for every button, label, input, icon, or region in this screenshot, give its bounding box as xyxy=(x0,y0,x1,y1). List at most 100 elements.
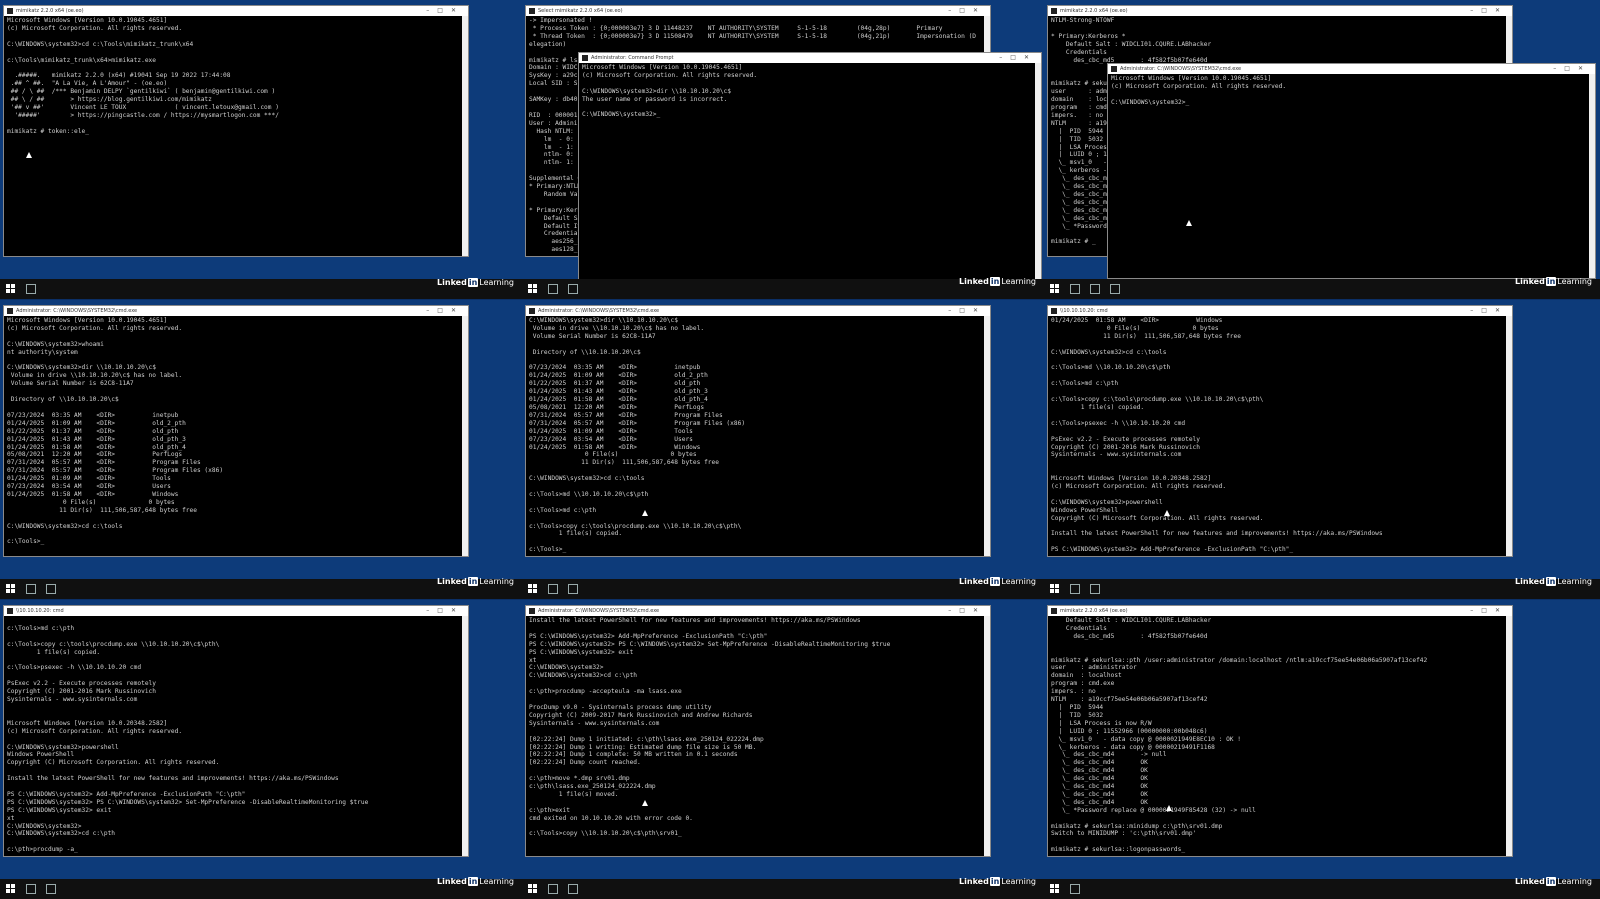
scrollbar[interactable] xyxy=(1506,316,1512,556)
terminal-output: C:\WINDOWS\system32>dir \\10.10.10.20\c$… xyxy=(529,317,746,554)
linkedin-learning-logo: Linked in Learning xyxy=(1515,277,1592,286)
taskbar-app-icon[interactable] xyxy=(26,584,36,594)
scrollbar[interactable] xyxy=(1506,616,1512,856)
taskbar-app-icon[interactable] xyxy=(1070,584,1080,594)
taskbar-app-icon[interactable] xyxy=(548,884,558,894)
cmd-icon xyxy=(1111,66,1117,72)
windows-start-icon[interactable] xyxy=(1050,284,1060,294)
taskbar-app-icon[interactable] xyxy=(548,584,558,594)
taskbar-app-icon[interactable] xyxy=(1070,884,1080,894)
linkedin-learning-logo: Linked in Learning xyxy=(1515,877,1592,886)
scrollbar[interactable] xyxy=(462,316,468,556)
window-titlebar[interactable]: Select mimikatz 2.2.0 x64 (oe.eo) –□✕ xyxy=(526,6,990,16)
linkedin-learning-logo: Linked in Learning xyxy=(437,278,514,287)
window-title: Administrator: C:\WINDOWS\SYSTEM32\cmd.e… xyxy=(1120,66,1242,72)
window-title: Administrator: C:\WINDOWS\SYSTEM32\cmd.e… xyxy=(16,308,138,314)
terminal-window[interactable]: Administrator: C:\WINDOWS\SYSTEM32\cmd.e… xyxy=(525,305,991,557)
windows-start-icon[interactable] xyxy=(1050,884,1060,894)
taskbar-app-icon[interactable] xyxy=(46,584,56,594)
window-title: mimikatz 2.2.0 x64 (oe.eo) xyxy=(16,8,84,14)
window-titlebar[interactable]: Administrator: C:\WINDOWS\SYSTEM32\cmd.e… xyxy=(1108,64,1595,74)
taskbar-app-icon[interactable] xyxy=(1070,284,1080,294)
taskbar-app-icon[interactable] xyxy=(46,884,56,894)
video-frame-5: Administrator: C:\WINDOWS\SYSTEM32\cmd.e… xyxy=(522,300,1044,599)
terminal-window[interactable]: Administrator: Command Prompt –□✕ Microso… xyxy=(578,52,1042,280)
terminal-window[interactable]: \\10.10.10.20: cmd –□✕ c:\Tools>md c:\pth… xyxy=(3,605,469,857)
window-controls[interactable]: –□✕ xyxy=(948,306,986,316)
cmd-icon xyxy=(7,308,13,314)
window-controls[interactable]: –□✕ xyxy=(1553,64,1591,74)
terminal-window[interactable]: mimikatz 2.2.0 x64 (oe.eo) –□✕ Microsoft … xyxy=(3,5,469,257)
scrollbar[interactable] xyxy=(984,316,990,556)
terminal-window[interactable]: \\10.10.10.20: cmd –□✕ 01/24/2025 01:58 A… xyxy=(1047,305,1513,557)
window-controls[interactable]: –□✕ xyxy=(948,6,986,16)
windows-start-icon[interactable] xyxy=(6,584,16,594)
taskbar-app-icon[interactable] xyxy=(548,284,558,294)
cmd-icon xyxy=(7,8,13,14)
cmd-icon xyxy=(529,608,535,614)
window-title: \\10.10.10.20: cmd xyxy=(16,608,64,614)
window-controls[interactable]: –□✕ xyxy=(1470,306,1508,316)
window-titlebar[interactable]: mimikatz 2.2.0 x64 (oe.eo) –□✕ xyxy=(1048,606,1512,616)
windows-start-icon[interactable] xyxy=(528,584,538,594)
terminal-window[interactable]: Administrator: C:\WINDOWS\SYSTEM32\cmd.e… xyxy=(525,605,991,857)
terminal-window[interactable]: Administrator: C:\WINDOWS\SYSTEM32\cmd.e… xyxy=(1107,63,1596,279)
scrollbar[interactable] xyxy=(1589,74,1595,278)
terminal-output: Install the latest PowerShell for new fe… xyxy=(529,617,891,838)
window-titlebar[interactable]: Administrator: Command Prompt –□✕ xyxy=(579,53,1041,63)
taskbar-app-icon[interactable] xyxy=(1110,284,1120,294)
taskbar-app-icon[interactable] xyxy=(26,884,36,894)
linkedin-learning-logo: Linked in Learning xyxy=(959,277,1036,286)
windows-start-icon[interactable] xyxy=(528,284,538,294)
scrollbar[interactable] xyxy=(1035,63,1041,279)
taskbar-app-icon[interactable] xyxy=(568,284,578,294)
window-controls[interactable]: –□✕ xyxy=(999,53,1037,63)
video-frame-6: \\10.10.10.20: cmd –□✕ 01/24/2025 01:58 A… xyxy=(1044,300,1600,599)
scrollbar[interactable] xyxy=(462,16,468,256)
windows-start-icon[interactable] xyxy=(6,284,16,294)
taskbar-app-icon[interactable] xyxy=(568,584,578,594)
windows-start-icon[interactable] xyxy=(528,884,538,894)
window-title: \\10.10.10.20: cmd xyxy=(1060,308,1108,314)
window-titlebar[interactable]: \\10.10.10.20: cmd –□✕ xyxy=(1048,306,1512,316)
windows-start-icon[interactable] xyxy=(6,884,16,894)
window-title: mimikatz 2.2.0 x64 (oe.eo) xyxy=(1060,8,1128,14)
cmd-icon xyxy=(582,55,588,61)
window-titlebar[interactable]: mimikatz 2.2.0 x64 (oe.eo) –□✕ xyxy=(1048,6,1512,16)
window-title: Administrator: C:\WINDOWS\SYSTEM32\cmd.e… xyxy=(538,608,660,614)
terminal-output: c:\Tools>md c:\pth c:\Tools>copy c:\tool… xyxy=(7,624,369,854)
window-titlebar[interactable]: mimikatz 2.2.0 x64 (oe.eo) –□✕ xyxy=(4,6,468,16)
window-titlebar[interactable]: \\10.10.10.20: cmd –□✕ xyxy=(4,606,468,616)
window-controls[interactable]: –□✕ xyxy=(426,306,464,316)
mouse-cursor-icon xyxy=(1164,510,1170,516)
linkedin-learning-logo: Linked in Learning xyxy=(959,577,1036,586)
taskbar-app-icon[interactable] xyxy=(568,884,578,894)
mouse-cursor-icon xyxy=(642,510,648,516)
window-controls[interactable]: –□✕ xyxy=(426,6,464,16)
linkedin-learning-logo: Linked in Learning xyxy=(437,577,514,586)
window-title: mimikatz 2.2.0 x64 (oe.eo) xyxy=(1060,608,1128,614)
cmd-icon xyxy=(1051,308,1057,314)
window-titlebar[interactable]: Administrator: C:\WINDOWS\SYSTEM32\cmd.e… xyxy=(526,306,990,316)
terminal-window[interactable]: mimikatz 2.2.0 x64 (oe.eo) –□✕ Default Sa… xyxy=(1047,605,1513,857)
taskbar-app-icon[interactable] xyxy=(1090,284,1100,294)
terminal-window[interactable]: Administrator: C:\WINDOWS\SYSTEM32\cmd.e… xyxy=(3,305,469,557)
cmd-icon xyxy=(529,308,535,314)
taskbar-app-icon[interactable] xyxy=(26,284,36,294)
video-frame-1: mimikatz 2.2.0 x64 (oe.eo) –□✕ Microsoft … xyxy=(0,0,522,299)
window-titlebar[interactable]: Administrator: C:\WINDOWS\SYSTEM32\cmd.e… xyxy=(526,606,990,616)
video-frame-7: \\10.10.10.20: cmd –□✕ c:\Tools>md c:\pth… xyxy=(0,600,522,899)
windows-start-icon[interactable] xyxy=(1050,584,1060,594)
window-controls[interactable]: –□✕ xyxy=(426,606,464,616)
window-controls[interactable]: –□✕ xyxy=(948,606,986,616)
mouse-cursor-icon xyxy=(1186,220,1192,226)
taskbar-app-icon[interactable] xyxy=(1090,584,1100,594)
window-controls[interactable]: –□✕ xyxy=(1470,606,1508,616)
window-controls[interactable]: –□✕ xyxy=(1470,6,1508,16)
scrollbar[interactable] xyxy=(462,616,468,856)
scrollbar[interactable] xyxy=(984,616,990,856)
terminal-output: Microsoft Windows [Version 10.0.19045.46… xyxy=(1111,75,1287,106)
mouse-cursor-icon xyxy=(26,152,32,158)
terminal-output: Microsoft Windows [Version 10.0.19045.46… xyxy=(7,17,279,135)
window-titlebar[interactable]: Administrator: C:\WINDOWS\SYSTEM32\cmd.e… xyxy=(4,306,468,316)
